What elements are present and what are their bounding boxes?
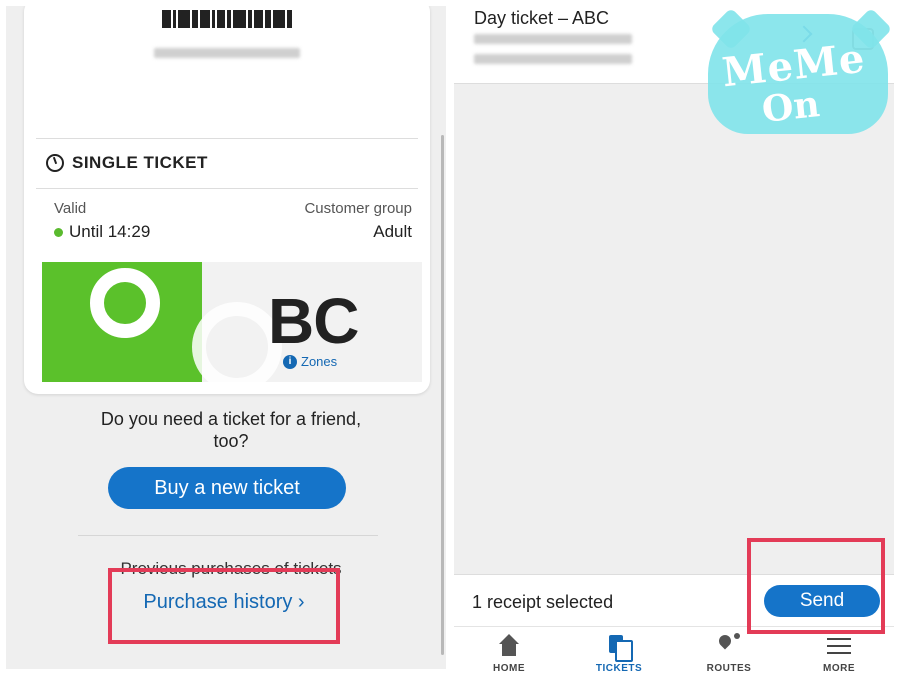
valid-label: Valid (54, 200, 87, 217)
ticket-screen: SINGLE TICKET Valid Until 14:29 Customer… (6, 6, 446, 669)
tab-label: TICKETS (595, 663, 643, 674)
decorative-loop (90, 268, 160, 338)
info-icon: i (283, 354, 297, 369)
zone-code: BC (268, 285, 359, 357)
screenshot-stage: SINGLE TICKET Valid Until 14:29 Customer… (0, 0, 900, 675)
card-divider (36, 138, 418, 139)
tab-more[interactable]: MORE (784, 627, 894, 675)
valid-status-dot (54, 227, 63, 237)
highlight-box (108, 568, 340, 644)
valid-value: Until 14:29 (54, 222, 150, 242)
home-icon (496, 633, 522, 659)
blurred-receipt-detail (474, 54, 632, 64)
tab-home[interactable]: HOME (454, 627, 564, 675)
watermark-text: On (759, 83, 822, 131)
blurred-receipt-detail (474, 34, 632, 44)
qr-code (162, 10, 293, 28)
zone-visual: BC i Zones (42, 262, 422, 382)
zones-link-label: Zones (301, 354, 338, 369)
tab-routes[interactable]: ROUTES (674, 627, 784, 675)
ticket-card: SINGLE TICKET Valid Until 14:29 Customer… (24, 6, 430, 394)
receipt-title: Day ticket – ABC (474, 8, 610, 28)
routes-icon (716, 633, 742, 659)
tab-label: MORE (823, 663, 855, 674)
section-divider (78, 535, 378, 536)
friend-prompt: Do you need a ticket for a friend, too? (100, 409, 362, 451)
selected-count-text: 1 receipt selected (472, 592, 614, 612)
highlight-box (747, 538, 885, 634)
ticket-type-label: SINGLE TICKET (72, 153, 208, 172)
valid-until-text: Until 14:29 (69, 222, 151, 241)
ticket-type-heading: SINGLE TICKET (46, 153, 208, 173)
scrollbar[interactable] (441, 135, 444, 655)
tab-label: ROUTES (706, 663, 752, 674)
zones-info-link[interactable]: i Zones (283, 354, 337, 369)
customer-group-value: Adult (373, 222, 412, 241)
tickets-icon (606, 633, 633, 662)
buy-new-ticket-button[interactable]: Buy a new ticket (108, 467, 346, 509)
tab-label: HOME (493, 663, 525, 674)
menu-icon (826, 633, 852, 659)
card-divider (36, 188, 418, 189)
tab-tickets[interactable]: TICKETS (564, 627, 674, 675)
customer-group-label: Customer group (304, 200, 412, 217)
blurred-ticket-id (154, 48, 300, 58)
timer-icon (46, 154, 64, 172)
